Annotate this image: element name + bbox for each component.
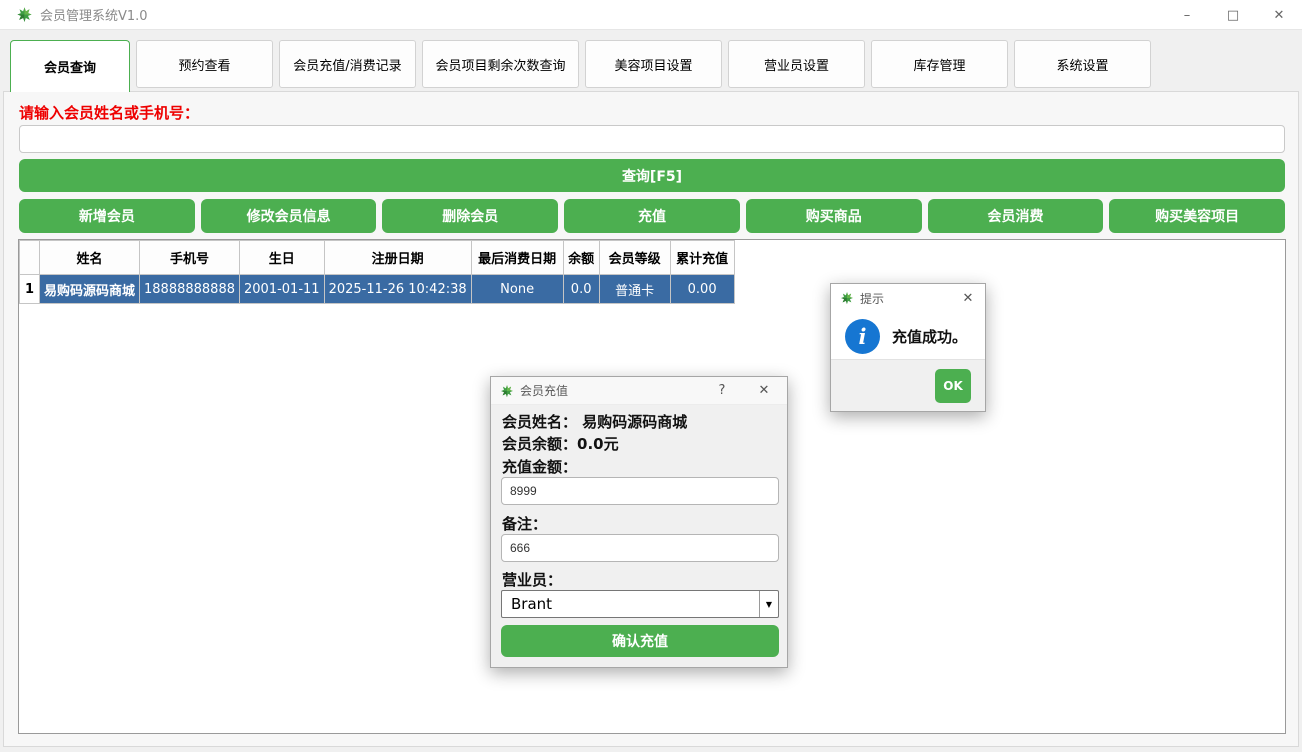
delete-member-button[interactable]: 删除会员	[382, 199, 558, 233]
tab-bar: 会员查询 预约查看 会员充值/消费记录 会员项目剩余次数查询 美容项目设置 营业…	[10, 40, 1151, 92]
member-name-line: 会员姓名： 易购码源码商城	[502, 411, 687, 432]
amount-input[interactable]	[501, 477, 779, 505]
tab-appointments[interactable]: 预约查看	[136, 40, 273, 88]
tab-remaining-times[interactable]: 会员项目剩余次数查询	[422, 40, 579, 88]
member-balance-value: 0.0元	[577, 435, 619, 453]
tab-beauty-settings[interactable]: 美容项目设置	[585, 40, 722, 88]
query-button[interactable]: 查询[F5]	[19, 159, 1285, 192]
message-text: 充值成功。	[892, 326, 967, 347]
edit-member-button[interactable]: 修改会员信息	[201, 199, 377, 233]
add-member-button[interactable]: 新增会员	[19, 199, 195, 233]
col-rownum	[20, 241, 40, 275]
cell-last-consume[interactable]: None	[471, 275, 563, 304]
search-label: 请输入会员姓名或手机号：	[19, 102, 199, 123]
clerk-select[interactable]: Brant ▼	[501, 590, 779, 618]
col-phone[interactable]: 手机号	[140, 241, 240, 275]
close-icon[interactable]: ✕	[749, 377, 779, 405]
close-icon[interactable]: ✕	[1256, 0, 1302, 30]
message-box: 提示 ✕ i 充值成功。 OK	[830, 283, 986, 412]
minimize-icon[interactable]: –	[1164, 0, 1210, 30]
col-level[interactable]: 会员等级	[599, 241, 670, 275]
clerk-label: 营业员：	[502, 569, 562, 590]
amount-label: 充值金额：	[502, 456, 577, 477]
search-input[interactable]	[19, 125, 1285, 153]
member-name-value: 易购码源码商城	[582, 413, 687, 431]
tab-member-query[interactable]: 会员查询	[10, 40, 130, 92]
info-icon: i	[845, 319, 880, 354]
buy-beauty-button[interactable]: 购买美容项目	[1109, 199, 1285, 233]
message-box-title: 提示	[860, 290, 884, 307]
cell-level[interactable]: 普通卡	[599, 275, 670, 304]
window-title: 会员管理系统V1.0	[40, 5, 148, 24]
cell-total-recharge[interactable]: 0.00	[670, 275, 734, 304]
table-header-row: 姓名 手机号 生日 注册日期 最后消费日期 余额 会员等级 累计充值	[20, 241, 735, 275]
member-balance-line: 会员余额：0.0元	[502, 433, 619, 454]
note-label: 备注：	[502, 513, 547, 534]
recharge-dialog: 会员充值 ? ✕ 会员姓名： 易购码源码商城 会员余额：0.0元 充值金额： 备…	[490, 376, 788, 668]
chevron-down-icon[interactable]: ▼	[759, 591, 778, 617]
recharge-dialog-title: 会员充值	[520, 382, 568, 399]
note-input[interactable]	[501, 534, 779, 562]
leaf-app-icon	[16, 6, 33, 23]
recharge-button[interactable]: 充值	[564, 199, 740, 233]
title-bar: 会员管理系统V1.0 – □ ✕	[0, 0, 1302, 30]
member-balance-label: 会员余额：	[502, 435, 577, 453]
tab-system-settings[interactable]: 系统设置	[1014, 40, 1151, 88]
buy-goods-button[interactable]: 购买商品	[746, 199, 922, 233]
cell-name[interactable]: 易购码源码商城	[40, 275, 140, 304]
window-controls: – □ ✕	[1164, 0, 1302, 30]
row-number: 1	[20, 275, 40, 304]
cell-balance[interactable]: 0.0	[563, 275, 599, 304]
app-window: 会员管理系统V1.0 – □ ✕ 会员查询 预约查看 会员充值/消费记录 会员项…	[0, 0, 1302, 752]
cell-birthday[interactable]: 2001-01-11	[240, 275, 325, 304]
message-box-body: i 充值成功。	[831, 312, 985, 361]
recharge-dialog-titlebar[interactable]: 会员充值 ? ✕	[491, 377, 787, 405]
action-button-row: 新增会员 修改会员信息 删除会员 充值 购买商品 会员消费 购买美容项目	[19, 199, 1285, 233]
tab-clerk-settings[interactable]: 营业员设置	[728, 40, 865, 88]
leaf-app-icon	[500, 384, 514, 398]
leaf-app-icon	[840, 291, 854, 305]
member-consume-button[interactable]: 会员消费	[928, 199, 1104, 233]
clerk-selected-value: Brant	[502, 595, 759, 613]
col-total-recharge[interactable]: 累计充值	[670, 241, 734, 275]
maximize-icon[interactable]: □	[1210, 0, 1256, 30]
help-icon[interactable]: ?	[707, 377, 737, 405]
col-birthday[interactable]: 生日	[240, 241, 325, 275]
col-name[interactable]: 姓名	[40, 241, 140, 275]
cell-register-date[interactable]: 2025-11-26 10:42:38	[324, 275, 471, 304]
col-last-consume[interactable]: 最后消费日期	[471, 241, 563, 275]
tab-recharge-records[interactable]: 会员充值/消费记录	[279, 40, 416, 88]
confirm-recharge-button[interactable]: 确认充值	[501, 625, 779, 657]
members-table: 姓名 手机号 生日 注册日期 最后消费日期 余额 会员等级 累计充值 1 易购码…	[19, 240, 735, 304]
col-balance[interactable]: 余额	[563, 241, 599, 275]
table-row[interactable]: 1 易购码源码商城 18888888888 2001-01-11 2025-11…	[20, 275, 735, 304]
cell-phone[interactable]: 18888888888	[140, 275, 240, 304]
message-box-titlebar[interactable]: 提示 ✕	[831, 284, 985, 312]
tab-inventory[interactable]: 库存管理	[871, 40, 1008, 88]
message-box-footer: OK	[831, 359, 985, 411]
member-name-label: 会员姓名：	[502, 413, 577, 431]
close-icon[interactable]: ✕	[953, 284, 983, 312]
ok-button[interactable]: OK	[935, 369, 971, 403]
col-register-date[interactable]: 注册日期	[324, 241, 471, 275]
